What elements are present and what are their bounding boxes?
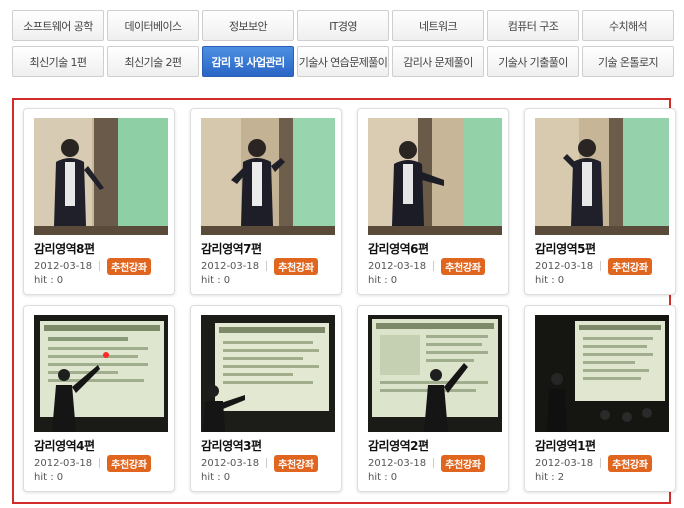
tab-latest-tech-1[interactable]: 최신기술 1편 (12, 46, 104, 77)
lecture-card[interactable]: 감리영역6편 2012-03-18 추천강좌 hit : 0 (357, 108, 509, 295)
lecture-title[interactable]: 감리영역5편 (535, 240, 596, 257)
tab-row-2: 최신기술 1편 최신기술 2편 감리 및 사업관리 기술사 연습문제풀이 감리사… (12, 46, 674, 77)
speaker-photo-icon[interactable] (34, 118, 168, 235)
lecture-card[interactable]: 감리영역2편 2012-03-18 추천강좌 hit : 0 (357, 305, 509, 492)
meta-divider (600, 261, 602, 271)
recommended-badge: 추천강좌 (107, 257, 151, 275)
lecture-hit-count: hit : 0 (535, 275, 565, 286)
tab-software-engineering[interactable]: 소프트웨어 공학 (12, 10, 104, 41)
meta-divider (600, 458, 602, 468)
lecture-card[interactable]: 감리영역3편 2012-03-18 추천강좌 hit : 0 (190, 305, 342, 492)
lecture-meta: 2012-03-18 추천강좌 (535, 454, 652, 472)
lecture-hit-count: hit : 0 (368, 275, 398, 286)
lecture-title[interactable]: 감리영역4편 (34, 437, 95, 454)
lecture-meta: 2012-03-18 추천강좌 (535, 257, 652, 275)
speaker-photo-icon[interactable] (368, 118, 502, 235)
tab-engineer-practice-problems[interactable]: 기술사 연습문제풀이 (297, 46, 389, 77)
recommended-badge: 추천강좌 (608, 257, 652, 275)
lecture-hit-count: hit : 0 (201, 275, 231, 286)
presentation-slide-photo-icon[interactable] (368, 315, 502, 432)
meta-divider (99, 458, 101, 468)
category-tabs: 소프트웨어 공학 데이터베이스 정보보안 IT경영 네트워크 컴퓨터 구조 수치… (12, 10, 674, 82)
lecture-meta: 2012-03-18 추천강좌 (34, 257, 151, 275)
lecture-meta: 2012-03-18 추천강좌 (368, 454, 485, 472)
meta-divider (266, 261, 268, 271)
tab-latest-tech-2[interactable]: 최신기술 2편 (107, 46, 199, 77)
tab-network[interactable]: 네트워크 (392, 10, 484, 41)
lecture-date: 2012-03-18 (535, 260, 594, 272)
lecture-meta: 2012-03-18 추천강좌 (368, 257, 485, 275)
lecture-title[interactable]: 감리영역8편 (34, 240, 95, 257)
lecture-card[interactable]: 감리영역5편 2012-03-18 추천강좌 hit : 0 (524, 108, 676, 295)
recommended-badge: 추천강좌 (608, 454, 652, 472)
meta-divider (433, 261, 435, 271)
meta-divider (99, 261, 101, 271)
lecture-title[interactable]: 감리영역7편 (201, 240, 262, 257)
lecture-title[interactable]: 감리영역3편 (201, 437, 262, 454)
lecture-card[interactable]: 감리영역1편 2012-03-18 추천강좌 hit : 2 (524, 305, 676, 492)
speaker-photo-icon[interactable] (535, 118, 669, 235)
recommended-badge: 추천강좌 (107, 454, 151, 472)
tab-row-1: 소프트웨어 공학 데이터베이스 정보보안 IT경영 네트워크 컴퓨터 구조 수치… (12, 10, 674, 41)
meta-divider (433, 458, 435, 468)
recommended-badge: 추천강좌 (274, 454, 318, 472)
lecture-card[interactable]: 감리영역8편 2012-03-18 추천강좌 hit : 0 (23, 108, 175, 295)
lecture-hit-count: hit : 0 (34, 472, 64, 483)
lecture-meta: 2012-03-18 추천강좌 (201, 257, 318, 275)
lecture-card[interactable]: 감리영역4편 2012-03-18 추천강좌 hit : 0 (23, 305, 175, 492)
lecture-date: 2012-03-18 (535, 457, 594, 469)
lecture-title[interactable]: 감리영역6편 (368, 240, 429, 257)
lecture-date: 2012-03-18 (368, 260, 427, 272)
recommended-badge: 추천강좌 (441, 454, 485, 472)
tab-engineer-past-exams[interactable]: 기술사 기출풀이 (487, 46, 579, 77)
recommended-badge: 추천강좌 (441, 257, 485, 275)
tab-it-management[interactable]: IT경영 (297, 10, 389, 41)
presentation-slide-photo-icon[interactable] (535, 315, 669, 432)
tab-computer-architecture[interactable]: 컴퓨터 구조 (487, 10, 579, 41)
lecture-date: 2012-03-18 (368, 457, 427, 469)
tab-tech-ontology[interactable]: 기술 온톨로지 (582, 46, 674, 77)
lecture-meta: 2012-03-18 추천강좌 (201, 454, 318, 472)
lecture-grid-panel: 감리영역8편 2012-03-18 추천강좌 hit : 0 감리영역7편 20… (12, 98, 676, 504)
lecture-date: 2012-03-18 (34, 457, 93, 469)
lecture-meta: 2012-03-18 추천강좌 (34, 454, 151, 472)
lecture-hit-count: hit : 0 (34, 275, 64, 286)
speaker-photo-icon[interactable] (201, 118, 335, 235)
lecture-title[interactable]: 감리영역1편 (535, 437, 596, 454)
lecture-card[interactable]: 감리영역7편 2012-03-18 추천강좌 hit : 0 (190, 108, 342, 295)
lecture-hit-count: hit : 0 (368, 472, 398, 483)
tab-database[interactable]: 데이터베이스 (107, 10, 199, 41)
tab-information-security[interactable]: 정보보안 (202, 10, 294, 41)
tab-audit-project-management[interactable]: 감리 및 사업관리 (202, 46, 294, 77)
tab-auditor-problems[interactable]: 감리사 문제풀이 (392, 46, 484, 77)
presentation-slide-photo-icon[interactable] (34, 315, 168, 432)
lecture-date: 2012-03-18 (201, 457, 260, 469)
meta-divider (266, 458, 268, 468)
lecture-date: 2012-03-18 (201, 260, 260, 272)
tab-numerical-analysis[interactable]: 수치해석 (582, 10, 674, 41)
lecture-title[interactable]: 감리영역2편 (368, 437, 429, 454)
lecture-hit-count: hit : 2 (535, 472, 565, 483)
lecture-date: 2012-03-18 (34, 260, 93, 272)
presentation-slide-photo-icon[interactable] (201, 315, 335, 432)
recommended-badge: 추천강좌 (274, 257, 318, 275)
lecture-hit-count: hit : 0 (201, 472, 231, 483)
